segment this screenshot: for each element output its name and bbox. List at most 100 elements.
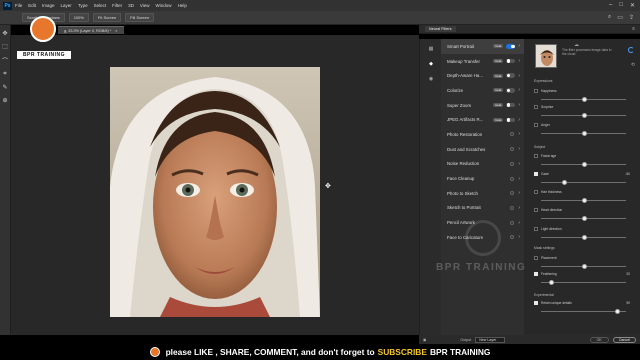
filter-item[interactable]: Photo Restoration › [441,127,524,142]
menu-window[interactable]: Window [156,3,172,8]
slider-thumb[interactable] [582,216,587,221]
chevron-right-icon[interactable]: › [518,190,520,196]
lasso-tool-icon[interactable]: ⌒ [2,56,8,65]
slider-checkbox[interactable] [534,105,538,109]
filter-toggle[interactable] [506,44,516,49]
cloud-download-icon[interactable] [510,235,515,240]
filter-item[interactable]: Noise Reduction › [441,157,524,172]
zoom-tool-icon[interactable]: ⊕ [2,97,7,104]
slider-thumb[interactable] [614,309,620,314]
slider-track[interactable] [541,311,626,312]
slider-checkbox[interactable] [534,190,538,194]
menu-layer[interactable]: Layer [61,3,72,8]
cloud-download-icon[interactable] [510,161,515,166]
close-tab-icon[interactable]: × [115,29,117,33]
slider-checkbox[interactable] [534,123,538,127]
chevron-right-icon[interactable]: › [518,220,520,226]
slider-thumb[interactable] [582,235,587,240]
slider-thumb[interactable] [582,113,587,118]
slider-checkbox[interactable] [534,208,538,212]
filter-item[interactable]: Sketch to Portrait › [441,201,524,216]
all-filters-icon[interactable]: ▦ [420,44,442,54]
slider-thumb[interactable] [582,264,587,269]
chevron-right-icon[interactable]: › [518,117,520,123]
slider-track[interactable] [541,182,626,183]
zoom-100-button[interactable]: 100% [68,13,89,22]
slider-thumb[interactable] [549,280,555,285]
filter-item[interactable]: Face Cleanup › [441,171,524,186]
chevron-right-icon[interactable]: › [518,102,520,108]
move-tool-icon[interactable]: ✥ [2,30,7,37]
slider-checkbox[interactable] [534,89,538,93]
cancel-button[interactable]: Cancel [612,336,636,343]
crop-tool-icon[interactable]: ⌗ [3,71,6,78]
chevron-right-icon[interactable]: › [518,146,520,152]
cloud-download-icon[interactable] [510,205,515,210]
filter-item[interactable]: Makeup Transfer beta › [441,54,524,69]
panel-menu-icon[interactable]: ≡ [632,26,635,32]
cloud-download-icon[interactable] [510,176,515,181]
cloud-download-icon[interactable] [510,191,515,196]
slider-thumb[interactable] [582,162,587,167]
menu-edit[interactable]: Edit [28,3,36,8]
wait-list-icon[interactable]: ◉ [420,74,442,84]
preview-toggle-icon[interactable]: ▣ [423,338,426,342]
menu-filter[interactable]: Filter [112,3,122,8]
filter-item[interactable]: Smart Portrait beta › [441,39,524,54]
slider-thumb[interactable] [582,97,587,102]
close-icon[interactable]: ✕ [630,2,635,9]
chevron-right-icon[interactable]: › [518,205,520,211]
filter-toggle[interactable] [506,58,516,64]
menu-type[interactable]: Type [78,3,88,8]
slider-thumb[interactable] [582,198,587,203]
chevron-right-icon[interactable]: › [518,87,520,93]
maximize-icon[interactable]: □ [619,2,623,9]
brush-tool-icon[interactable]: ✎ [2,84,7,91]
featured-filters-icon[interactable]: ◆ [420,59,442,69]
ok-button[interactable]: OK [589,336,609,343]
menu-view[interactable]: View [140,3,150,8]
chevron-right-icon[interactable]: › [518,176,520,182]
output-select[interactable]: New Layer [475,336,506,343]
filter-item[interactable]: Super Zoom beta › [441,98,524,113]
slider-thumb[interactable] [561,180,567,185]
menu-select[interactable]: Select [94,3,107,8]
filter-item[interactable]: Colorize beta › [441,83,524,98]
menu-image[interactable]: Image [42,3,55,8]
filter-toggle[interactable] [506,102,516,108]
chevron-right-icon[interactable]: › [518,161,520,167]
cloud-download-icon[interactable] [510,132,515,137]
filter-toggle[interactable] [506,88,516,93]
chevron-right-icon[interactable]: › [518,131,520,137]
menu-3d[interactable]: 3D [128,3,134,8]
slider-checkbox[interactable] [534,256,538,260]
panel-title-tab[interactable]: Neural Filters [425,26,456,32]
minimize-icon[interactable]: – [609,2,612,9]
menu-help[interactable]: Help [178,3,187,8]
slider-checkbox[interactable] [534,154,538,158]
share-icon[interactable]: ⇪ [629,14,634,21]
filter-item[interactable]: JPEG Artifacts R... beta › [441,112,524,127]
fit-screen-button[interactable]: Fit Screen [92,13,122,22]
chevron-right-icon[interactable]: › [518,234,520,240]
filter-toggle[interactable] [506,117,516,123]
slider-checkbox[interactable] [534,172,538,176]
cloud-download-icon[interactable] [510,147,515,152]
workspace-icon[interactable]: ▭ [617,14,623,21]
chevron-right-icon[interactable]: › [518,43,520,49]
filter-toggle[interactable] [506,73,516,78]
fill-screen-button[interactable]: Fill Screen [125,13,155,22]
menu-file[interactable]: File [15,3,22,8]
refresh-icon[interactable]: ⟲ [631,62,635,68]
slider-checkbox[interactable] [534,301,538,305]
slider-checkbox[interactable] [534,272,538,276]
slider-thumb[interactable] [582,131,587,136]
filter-item[interactable]: Dust and Scratches › [441,142,524,157]
chevron-right-icon[interactable]: › [518,73,520,79]
chevron-right-icon[interactable]: › [518,58,520,64]
filter-item[interactable]: Depth-Aware Ha... beta › [441,68,524,83]
cloud-download-icon[interactable] [510,220,515,225]
marquee-tool-icon[interactable]: ⬚ [2,43,8,50]
search-icon[interactable]: ⌕ [608,14,611,21]
slider-checkbox[interactable] [534,227,538,231]
